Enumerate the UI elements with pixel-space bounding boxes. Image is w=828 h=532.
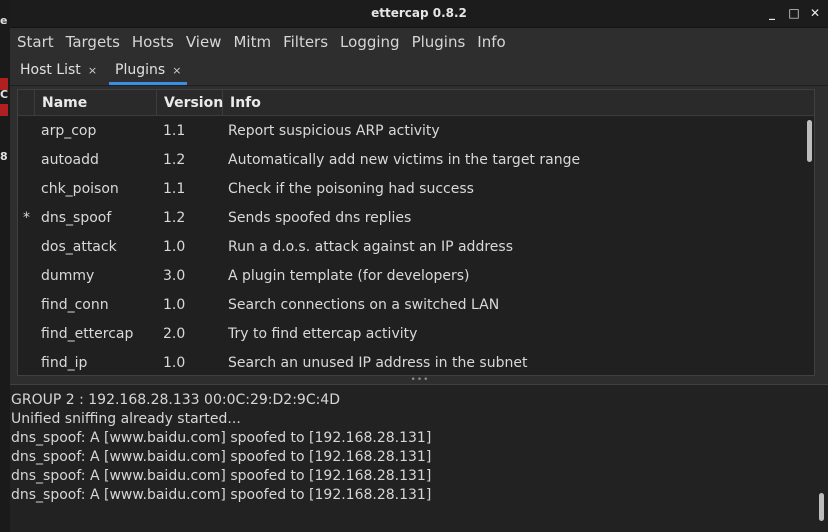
background-glyph: C bbox=[0, 88, 9, 101]
info-cell: Try to find ettercap activity bbox=[228, 325, 418, 342]
name-cell: find_ettercap bbox=[41, 325, 134, 342]
info-cell: Search an unused IP address in the subne… bbox=[228, 354, 528, 371]
tab-label: Host List bbox=[20, 62, 81, 78]
name-cell: dns_spoof bbox=[41, 209, 112, 226]
info-cell: Run a d.o.s. attack against an IP addres… bbox=[228, 238, 513, 255]
table-row[interactable]: chk_poison 1.1 Check if the poisoning had … bbox=[18, 174, 814, 203]
column-header-mark[interactable] bbox=[18, 90, 35, 116]
table-body: arp_cop 1.1 Report suspicious ARP activity… bbox=[18, 116, 814, 375]
menu-logging[interactable]: Logging bbox=[340, 33, 400, 51]
name-cell: autoadd bbox=[41, 151, 99, 168]
column-header-version[interactable]: Version bbox=[157, 90, 223, 116]
log-panel: GROUP 2 : 192.168.28.133 00:0C:29:D2:9C:… bbox=[10, 384, 828, 532]
version-cell: 3.0 bbox=[163, 267, 186, 284]
table-row[interactable]: * dns_spoof 1.2 Sends spoofed dns replies bbox=[18, 203, 814, 232]
background-window-strip: e C 8 bbox=[0, 0, 10, 532]
menu-start[interactable]: Start bbox=[17, 33, 54, 51]
menu-info[interactable]: Info bbox=[477, 33, 505, 51]
name-cell: find_ip bbox=[41, 354, 88, 371]
background-red-mark bbox=[0, 104, 8, 116]
table-row[interactable]: dos_attack 1.0 Run a d.o.s. attack against… bbox=[18, 232, 814, 261]
menu-mitm[interactable]: Mitm bbox=[233, 33, 271, 51]
menu-hosts[interactable]: Hosts bbox=[132, 33, 174, 51]
name-cell: dummy bbox=[41, 267, 95, 284]
version-cell: 1.2 bbox=[163, 151, 186, 168]
menu-view[interactable]: View bbox=[186, 33, 222, 51]
close-tab-icon[interactable]: × bbox=[172, 64, 181, 77]
version-cell: 2.0 bbox=[163, 325, 186, 342]
info-cell: Sends spoofed dns replies bbox=[228, 209, 412, 226]
info-cell: Search connections on a switched LAN bbox=[228, 296, 500, 313]
log-line: GROUP 2 : 192.168.28.133 00:0C:29:D2:9C:… bbox=[11, 392, 340, 408]
menu-bar: Start Targets Hosts View Mitm Filters Lo… bbox=[10, 28, 828, 56]
name-cell: dos_attack bbox=[41, 238, 117, 255]
menu-targets[interactable]: Targets bbox=[66, 33, 120, 51]
table-scrollbar[interactable] bbox=[807, 120, 812, 162]
minimize-icon[interactable]: _ bbox=[764, 5, 780, 21]
log-line: Unified sniffing already started... bbox=[11, 411, 241, 427]
column-header-name[interactable]: Name bbox=[35, 90, 157, 116]
plugins-table[interactable]: Name Version Info arp_cop 1.1 Report suspi… bbox=[17, 89, 815, 376]
menu-filters[interactable]: Filters bbox=[283, 33, 328, 51]
log-line: dns_spoof: A [www.baidu.com] spoofed to … bbox=[11, 468, 432, 484]
log-line: dns_spoof: A [www.baidu.com] spoofed to … bbox=[11, 487, 432, 503]
tab-label: Plugins bbox=[115, 62, 166, 78]
log-scrollbar[interactable] bbox=[819, 493, 824, 521]
name-cell: arp_cop bbox=[41, 122, 97, 139]
version-cell: 1.2 bbox=[163, 209, 186, 226]
tab-plugins[interactable]: Plugins × bbox=[109, 55, 188, 85]
menu-plugins[interactable]: Plugins bbox=[412, 33, 466, 51]
table-row[interactable]: arp_cop 1.1 Report suspicious ARP activity bbox=[18, 116, 814, 145]
table-row[interactable]: dummy 3.0 A plugin template (for developer… bbox=[18, 261, 814, 290]
maximize-icon[interactable]: □ bbox=[786, 5, 802, 21]
log-line: dns_spoof: A [www.baidu.com] spoofed to … bbox=[11, 449, 432, 465]
table-row[interactable]: find_conn 1.0 Search connections on a swit… bbox=[18, 290, 814, 319]
background-glyph: e bbox=[0, 14, 8, 27]
tab-bar: Host List × Plugins × bbox=[10, 56, 828, 86]
version-cell: 1.0 bbox=[163, 238, 186, 255]
info-cell: Report suspicious ARP activity bbox=[228, 122, 440, 139]
info-cell: Check if the poisoning had success bbox=[228, 180, 474, 197]
tab-host-list[interactable]: Host List × bbox=[14, 55, 103, 85]
name-cell: chk_poison bbox=[41, 180, 119, 197]
ettercap-window: ettercap 0.8.2 _ □ ✕ Start Targets Hosts… bbox=[10, 0, 828, 532]
version-cell: 1.0 bbox=[163, 296, 186, 313]
log-lines: GROUP 2 : 192.168.28.133 00:0C:29:D2:9C:… bbox=[10, 391, 814, 505]
version-cell: 1.1 bbox=[163, 180, 186, 197]
close-tab-icon[interactable]: × bbox=[88, 64, 97, 77]
column-header-info[interactable]: Info bbox=[223, 90, 814, 116]
mark-cell: * bbox=[23, 209, 30, 226]
info-cell: A plugin template (for developers) bbox=[228, 267, 470, 284]
close-icon[interactable]: ✕ bbox=[807, 5, 823, 21]
log-line: dns_spoof: A [www.baidu.com] spoofed to … bbox=[11, 430, 432, 446]
name-cell: find_conn bbox=[41, 296, 109, 313]
version-cell: 1.1 bbox=[163, 122, 186, 139]
background-glyph: 8 bbox=[0, 150, 8, 163]
window-title: ettercap 0.8.2 bbox=[371, 6, 467, 20]
table-row[interactable]: find_ip 1.0 Search an unused IP address in… bbox=[18, 348, 814, 375]
title-bar[interactable]: ettercap 0.8.2 _ □ ✕ bbox=[10, 0, 828, 28]
table-row[interactable]: find_ettercap 2.0 Try to find ettercap act… bbox=[18, 319, 814, 348]
pane-splitter-handle[interactable]: ••• bbox=[410, 376, 430, 385]
info-cell: Automatically add new victims in the tar… bbox=[228, 151, 581, 168]
table-row[interactable]: autoadd 1.2 Automatically add new victims … bbox=[18, 145, 814, 174]
version-cell: 1.0 bbox=[163, 354, 186, 371]
table-header: Name Version Info bbox=[18, 90, 814, 116]
